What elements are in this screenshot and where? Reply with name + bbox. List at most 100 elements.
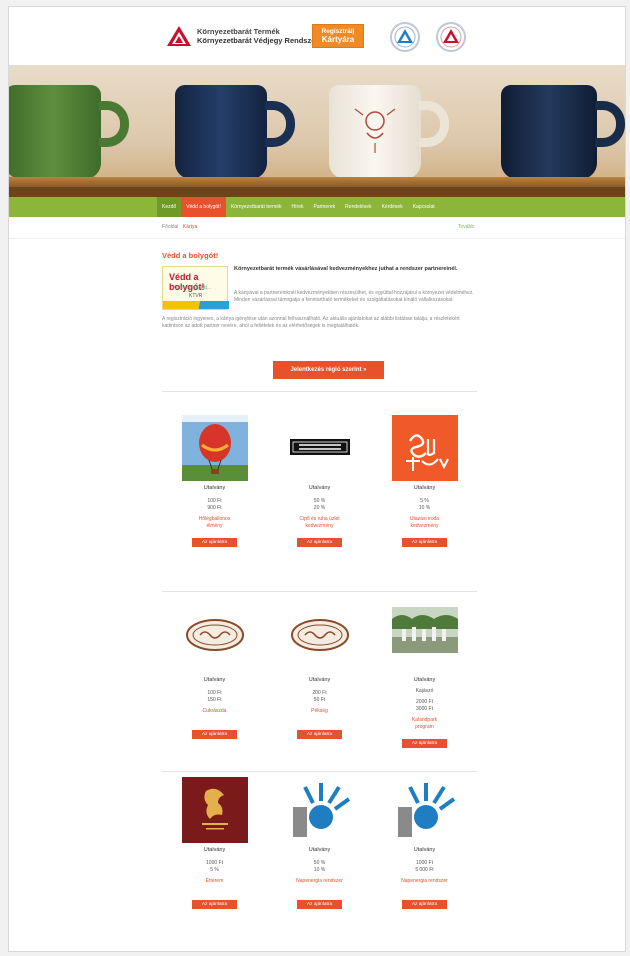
offer-card: Utalvány 1000 Ft 5 000 Ft Napenergia rend…: [372, 777, 477, 910]
offer-name: Utalvány: [308, 847, 331, 853]
offer-price: 200 Ft 50 Ft: [312, 690, 327, 703]
logo-triangle-icon: [167, 26, 191, 46]
page-title: Védd a bolygót!: [162, 251, 219, 260]
offer-price: 1000 Ft 5 000 Ft: [415, 860, 434, 873]
offer-description[interactable]: Étterem: [162, 878, 267, 892]
blue-mug-image: [175, 85, 295, 179]
offer-card: Utalvány 100 Ft 150 Ft Cukrászda Az ajánl…: [162, 607, 267, 740]
offer-card: Utalvány 50 % 10 % Napenergia rendszer Az…: [267, 777, 372, 910]
offer-row: Utalvány 1000 Ft 5 % Étterem Az ajánlatra…: [162, 777, 477, 947]
register-line-2: Kártyára: [321, 35, 355, 44]
offer-row: Utalvány 100 Ft 900 Ft Hőlégballonos élmén…: [162, 415, 477, 585]
nav-item-partners[interactable]: Partnerek: [308, 197, 340, 217]
offer-city: Kajászó: [415, 688, 434, 694]
offer-details-button[interactable]: Az ajánlatra: [296, 900, 343, 909]
offer-details-button[interactable]: Az ajánlatra: [296, 538, 343, 547]
offer-description[interactable]: Napenergia rendszer: [372, 878, 477, 892]
offer-details-button[interactable]: Az ajánlatra: [296, 730, 343, 739]
offer-description[interactable]: Hőlégballonos élmény: [162, 516, 267, 530]
apply-by-region-button[interactable]: Jelentkezés régió szerint »: [273, 361, 384, 379]
offer-card: Utalvány 5 % 10 % Utazási iroda kedvezmény…: [372, 415, 477, 548]
nav-item-questions[interactable]: Kérdések: [377, 197, 408, 217]
offer-price: 1000 Ft 5 %: [206, 860, 223, 873]
offer-details-button[interactable]: Az ajánlatra: [191, 538, 238, 547]
offer-name: Utalvány: [203, 485, 226, 491]
blue-triangle-icon: [394, 26, 416, 48]
divider: [162, 391, 477, 392]
dark-blue-mug-image: [501, 85, 625, 179]
offer-card: Utalvány Kajászó 2000 Ft 3000 Ft Kalandpa…: [372, 607, 477, 749]
offer-price: 2000 Ft 3000 Ft: [416, 699, 433, 712]
intro-lead: Környezetbarát termék vásárlásával kedve…: [234, 266, 458, 272]
breadcrumb-current: Kártya: [182, 224, 198, 230]
offer-price: 100 Ft 150 Ft: [207, 690, 222, 703]
main-content: Védd a bolygót! Védd a bolygót! Környeze…: [162, 247, 477, 379]
solar-company-logo[interactable]: [286, 777, 353, 843]
nav-item-protect-planet[interactable]: Védd a bolygót!: [181, 197, 226, 217]
site-header: Környezetbarát Termék Környezetbarát Véd…: [9, 7, 625, 65]
offer-card: Utalvány 100 Ft 900 Ft Hőlégballonos élmén…: [162, 415, 267, 548]
offer-details-button[interactable]: Az ajánlatra: [401, 900, 448, 909]
white-mug-image: [329, 85, 449, 179]
breadcrumb-home[interactable]: Főoldal: [162, 224, 178, 230]
breadcrumb-bar: Főoldal Kártya Tovább: [9, 217, 625, 239]
promo-code: KTVR: [189, 293, 203, 299]
promo-subtitle: Környezetbarát...: [173, 285, 212, 291]
green-mug-image: [9, 85, 129, 179]
intro-section: Védd a bolygót! Környezetbarát... KTVR K…: [162, 266, 477, 348]
offer-details-button[interactable]: Az ajánlatra: [191, 900, 238, 909]
bakery-logo[interactable]: [286, 607, 353, 673]
logo-text: Környezetbarát Termék Környezetbarát Véd…: [197, 27, 318, 45]
main-navigation: Kezdő Védd a bolygót! Környezetbarát ter…: [9, 197, 625, 217]
offer-description[interactable]: Utazási iroda kedvezmény: [372, 516, 477, 530]
red-triangle-icon: [440, 26, 462, 48]
mug-pattern: [354, 108, 396, 153]
offer-description[interactable]: Napenergia rendszer: [267, 878, 372, 892]
bakery-logo[interactable]: [181, 607, 248, 673]
certification-badge-icon[interactable]: [390, 22, 420, 52]
register-card-button[interactable]: Regisztrálj Kártyára: [312, 24, 364, 48]
site-logo[interactable]: Környezetbarát Termék Környezetbarát Véd…: [166, 25, 318, 47]
intro-text-2: A regisztráció ingyenes, a kártya igényl…: [162, 316, 460, 329]
offer-details-button[interactable]: Az ajánlatra: [401, 538, 448, 547]
offer-price: 50 % 10 %: [313, 860, 326, 873]
logo-line-2: Környezetbarát Védjegy Rendszer: [197, 36, 319, 45]
restaurant-logo[interactable]: [181, 777, 248, 843]
solar-company-logo[interactable]: [391, 777, 458, 843]
offer-description[interactable]: Cukrászda: [162, 708, 267, 722]
nav-item-home[interactable]: Kezdő: [157, 197, 182, 217]
logo-line-1: Környezetbarát Termék: [197, 27, 280, 36]
offer-description[interactable]: Kalandpark program: [372, 717, 477, 731]
nav-item-news[interactable]: Hírek: [287, 197, 309, 217]
offer-name: Utalvány: [413, 677, 436, 683]
breadcrumb: Főoldal Kártya: [162, 224, 197, 230]
offer-row: Utalvány 100 Ft 150 Ft Cukrászda Az ajánl…: [162, 607, 477, 777]
offer-description[interactable]: Pékség: [267, 708, 372, 722]
offer-price: 100 Ft 900 Ft: [207, 498, 222, 511]
side-link[interactable]: Tovább: [458, 224, 474, 230]
offer-card: Utalvány 1000 Ft 5 % Étterem Az ajánlatra: [162, 777, 267, 910]
divider: [162, 591, 477, 592]
offer-details-button[interactable]: Az ajánlatra: [401, 739, 448, 748]
offer-details-button[interactable]: Az ajánlatra: [191, 730, 238, 739]
intro-text: A kártyával a partnereinknél kedvezménye…: [234, 290, 474, 303]
balloon-image[interactable]: [181, 415, 248, 481]
adventure-park-photo[interactable]: [391, 607, 458, 673]
nav-item-orders[interactable]: Rendelések: [340, 197, 376, 217]
offer-card: Utalvány 50 % 20 % Cipő és ruha üzlet kedv…: [267, 415, 372, 548]
offer-name: Utalvány: [308, 677, 331, 683]
page-frame: Környezetbarát Termék Környezetbarát Véd…: [8, 6, 626, 952]
nav-item-contact[interactable]: Kapcsolat: [408, 197, 440, 217]
shelf: [9, 177, 625, 187]
shelf-edge: [9, 187, 625, 197]
divider: [162, 771, 477, 772]
offer-name: Utalvány: [203, 677, 226, 683]
nav-item-eco-product[interactable]: Környezetbarát termék: [226, 197, 287, 217]
offer-description[interactable]: Cipő és ruha üzlet kedvezmény: [267, 516, 372, 530]
certification-badge-icon[interactable]: [436, 22, 466, 52]
travel-agency-logo[interactable]: [391, 415, 458, 481]
offer-name: Utalvány: [413, 847, 436, 853]
promo-card-image: Védd a bolygót! Környezetbarát... KTVR: [162, 266, 229, 310]
shoe-store-logo[interactable]: [286, 415, 353, 481]
offer-name: Utalvány: [308, 485, 331, 491]
